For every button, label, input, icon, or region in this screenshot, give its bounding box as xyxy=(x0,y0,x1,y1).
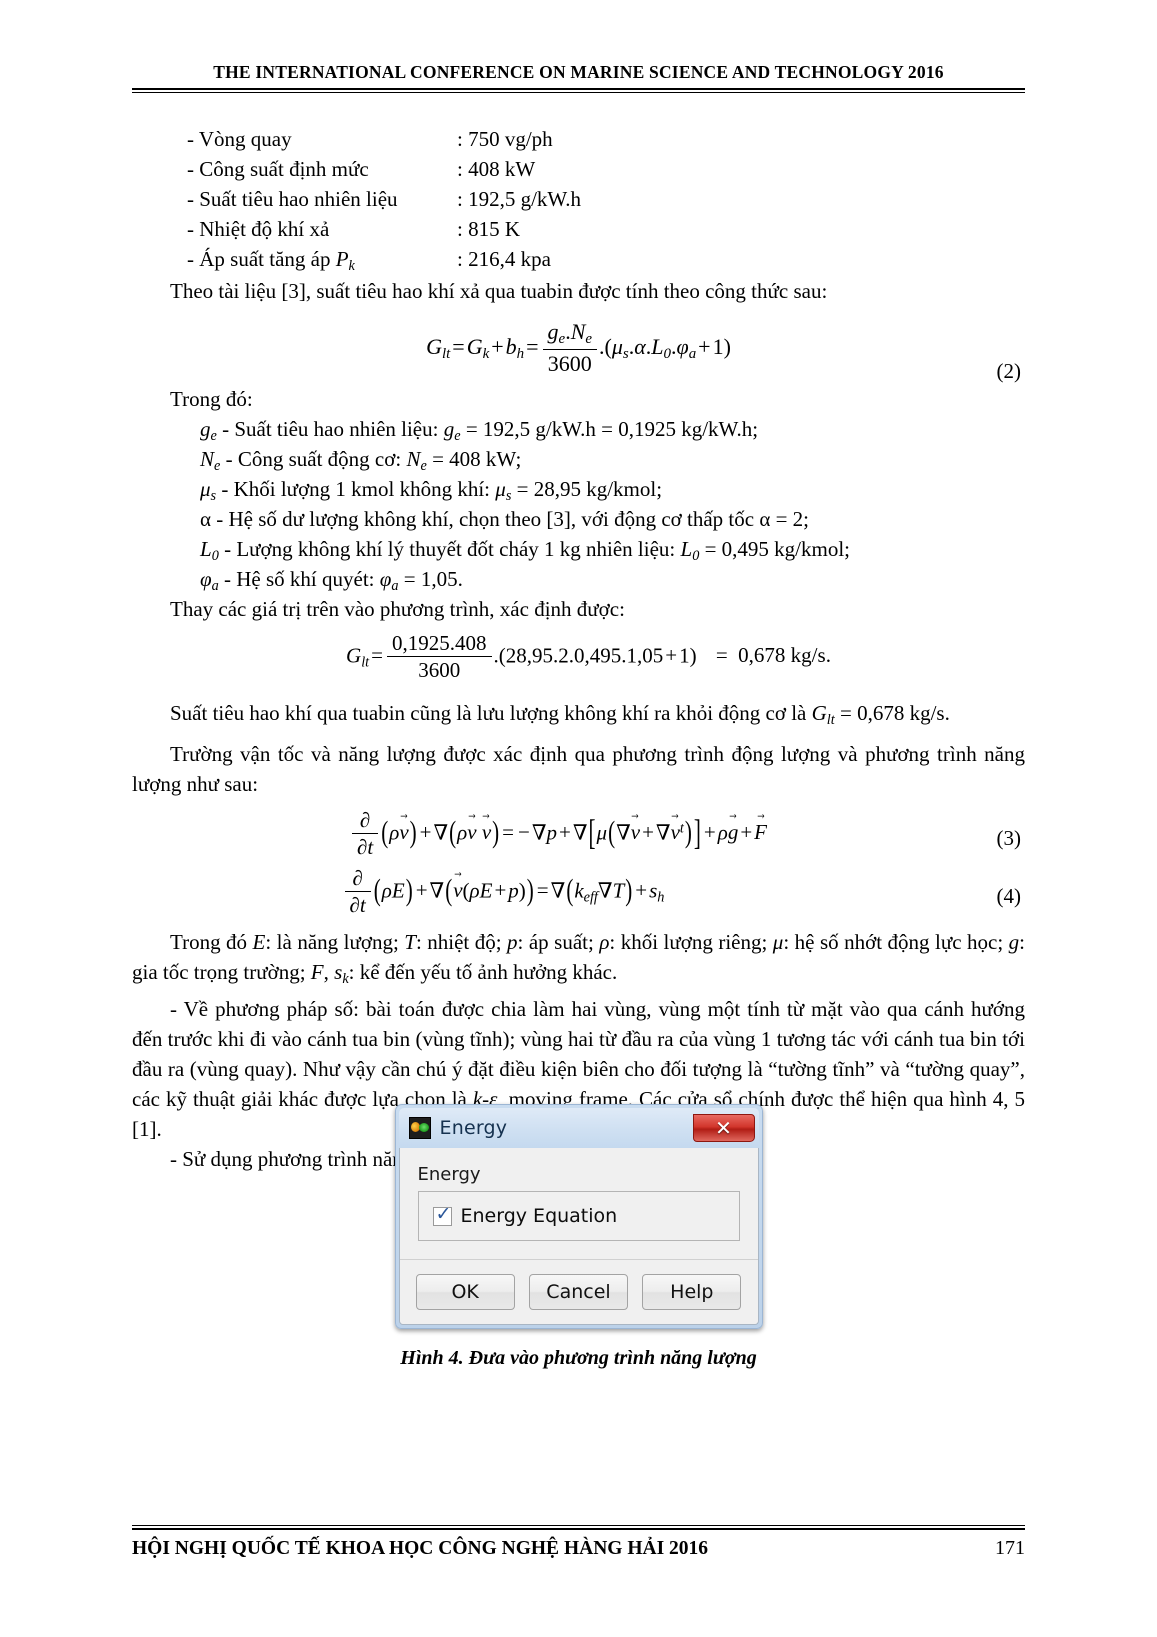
definition-item: ge - Suất tiêu hao nhiên liệu: ge = 192,… xyxy=(200,417,759,444)
spec-label: - Nhiệt độ khí xả xyxy=(187,217,330,241)
energy-equation-label: Energy Equation xyxy=(460,1205,618,1227)
paragraph-symbols: Trong đó E: là năng lượng; T: nhiệt độ; … xyxy=(132,929,1025,987)
spec-label: - Công suất định mức xyxy=(187,157,369,181)
spec-value: : 216,4 kpa xyxy=(457,247,551,271)
spec-row: - Nhiệt độ khí xả : 815 K xyxy=(132,214,1025,244)
ok-button[interactable]: OK xyxy=(415,1274,515,1310)
check-icon: ✓ xyxy=(435,1202,452,1225)
equation-3-math: ∂∂t(ρv)+∇(ρv v)=−∇p+∇[μ(∇v+∇vt)]+ρg+F xyxy=(350,808,767,860)
spec-row: - Áp suất tăng áp Pk : 216,4 kpa xyxy=(132,244,1025,274)
equation-3-number: (3) xyxy=(996,825,1022,850)
definition-item: μs - Khối lượng 1 kmol không khí: μs = 2… xyxy=(200,477,663,504)
equation-4: ∂∂t(ρE)+∇(v(ρE+p))=∇(keff∇T)+sh xyxy=(132,866,1025,918)
spec-value: : 408 kW xyxy=(457,157,536,181)
paragraph-substitute: Thay các giá trị trên vào phương trình, … xyxy=(170,597,625,621)
spec-label: - Suất tiêu hao nhiên liệu xyxy=(187,187,398,211)
equation-numeric-math: Glt= 0,1925.408 3600 .(28,95.2.0,495.1,05+1… xyxy=(346,631,831,683)
page-content: THE INTERNATIONAL CONFERENCE ON MARINE S… xyxy=(132,0,1025,1637)
dialog-title: Energy xyxy=(439,1117,508,1139)
paragraph-intro-formula: Theo tài liệu [3], suất tiêu hao khí xả … xyxy=(170,279,828,303)
footer-row: HỘI NGHỊ QUỐC TẾ KHOA HỌC CÔNG NGHỆ HÀNG… xyxy=(132,1537,1025,1560)
equation-4-block: ∂∂t(ρE)+∇(v(ρE+p))=∇(keff∇T)+sh (4) xyxy=(132,866,1025,919)
spec-value: : 750 vg/ph xyxy=(457,127,553,151)
help-button[interactable]: Help xyxy=(642,1274,742,1310)
spec-row: - Công suất định mức : 408 kW xyxy=(132,154,1025,184)
energy-group-label: Energy xyxy=(417,1164,481,1185)
close-icon[interactable]: ✕ xyxy=(692,1114,755,1142)
energy-panel: Energy ✓ Energy Equation xyxy=(399,1148,758,1260)
energy-group-box: ✓ Energy Equation xyxy=(417,1191,740,1241)
spec-label: - Vòng quay xyxy=(187,127,292,151)
figure-4: Energy ✕ Energy ✓ Energy Equation OK Can… xyxy=(132,1104,1025,1370)
equation-4-math: ∂∂t(ρE)+∇(v(ρE+p))=∇(keff∇T)+sh xyxy=(343,866,664,918)
page-number: 171 xyxy=(995,1537,1025,1559)
equation-3: ∂∂t(ρv)+∇(ρv v)=−∇p+∇[μ(∇v+∇vt)]+ρg+F xyxy=(132,808,1025,860)
running-header-title: THE INTERNATIONAL CONFERENCE ON MARINE S… xyxy=(213,62,944,82)
energy-app-icon xyxy=(408,1117,431,1139)
energy-equation-checkbox[interactable]: ✓ xyxy=(432,1202,452,1226)
paragraph-where: Trong đó: xyxy=(170,387,253,411)
dialog-body: Energy ✓ Energy Equation OK Cancel Help xyxy=(398,1148,759,1325)
cancel-button[interactable]: Cancel xyxy=(528,1274,629,1310)
figure-caption: Hình 4. Đưa vào phương trình năng lượng xyxy=(400,1347,757,1369)
energy-equation-checkbox-row[interactable]: ✓ Energy Equation xyxy=(432,1202,725,1227)
definition-item: Ne - Công suất động cơ: Ne = 408 kW; xyxy=(200,447,522,474)
page-footer: HỘI NGHỊ QUỐC TẾ KHOA HỌC CÔNG NGHỆ HÀNG… xyxy=(132,1525,1025,1560)
definition-item: φa - Hệ số khí quyét: φa = 1,05. xyxy=(200,567,463,594)
equation-numeric-block: Glt= 0,1925.408 3600 .(28,95.2.0,495.1,05+1… xyxy=(132,631,1025,694)
equation-3-block: ∂∂t(ρv)+∇(ρv v)=−∇p+∇[μ(∇v+∇vt)]+ρg+F (3… xyxy=(132,808,1025,861)
spec-value: : 192,5 g/kW.h xyxy=(457,187,582,211)
equation-2-math: Glt=Gk+bh= ge.Ne 3600 .(μs.α.L0.φa+1) xyxy=(426,319,731,377)
equation-2-number: (2) xyxy=(996,359,1022,383)
definition-item: L0 - Lượng không khí lý thuyết đốt cháy … xyxy=(200,537,851,564)
dialog-button-bar: OK Cancel Help xyxy=(399,1260,758,1324)
spec-value: : 815 K xyxy=(457,217,520,241)
spec-label: - Áp suất tăng áp Pk xyxy=(187,247,355,274)
header-divider xyxy=(132,88,1025,93)
engine-spec-list: - Vòng quay : 750 vg/ph - Công suất định… xyxy=(132,124,1025,274)
spec-row: - Vòng quay : 750 vg/ph xyxy=(132,124,1025,154)
document-body: - Vòng quay : 750 vg/ph - Công suất định… xyxy=(132,124,1025,1174)
spec-row: - Suất tiêu hao nhiên liệu : 192,5 g/kW.… xyxy=(132,184,1025,214)
equation-4-number: (4) xyxy=(996,883,1022,908)
footer-divider xyxy=(132,1525,1025,1530)
energy-dialog-window: Energy ✕ Energy ✓ Energy Equation OK Can… xyxy=(394,1104,763,1329)
definition-item: α - Hệ số dư lượng không khí, chọn theo … xyxy=(200,507,810,531)
running-header: THE INTERNATIONAL CONFERENCE ON MARINE S… xyxy=(132,62,1025,93)
definition-list: ge - Suất tiêu hao nhiên liệu: ge = 192,… xyxy=(132,414,1025,594)
equation-2: Glt=Gk+bh= ge.Ne 3600 .(μs.α.L0.φa+1) xyxy=(132,316,1025,378)
paragraph-velocity-field: Trường vận tốc và năng lượng được xác đị… xyxy=(132,741,1025,796)
footer-title: HỘI NGHỊ QUỐC TẾ KHOA HỌC CÔNG NGHỆ HÀNG… xyxy=(132,1538,709,1559)
paragraph-result: Suất tiêu hao khí qua tuabin cũng là lưu… xyxy=(170,701,950,728)
document-page: THE INTERNATIONAL CONFERENCE ON MARINE S… xyxy=(0,0,1157,1637)
equation-numeric: Glt= 0,1925.408 3600 .(28,95.2.0,495.1,05+1… xyxy=(132,631,1025,683)
dialog-titlebar[interactable]: Energy ✕ xyxy=(398,1108,759,1148)
equation-2-block: Glt=Gk+bh= ge.Ne 3600 .(μs.α.L0.φa+1) (2) xyxy=(132,316,1025,383)
